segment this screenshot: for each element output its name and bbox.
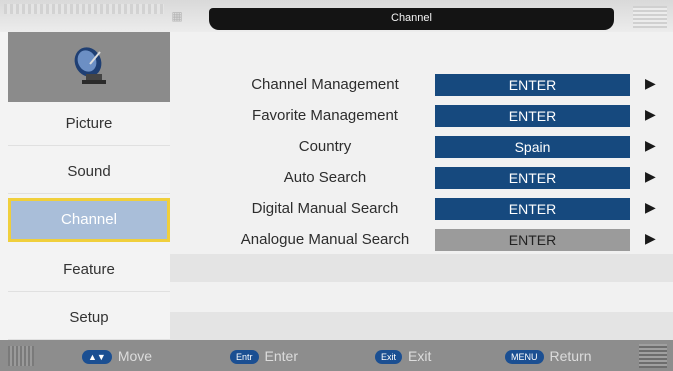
row-value[interactable]: ENTER bbox=[435, 74, 630, 96]
row-label: Analogue Manual Search bbox=[240, 231, 410, 248]
hint-enter: Entr Enter bbox=[230, 347, 298, 365]
empty-row bbox=[170, 312, 673, 340]
grid-icon: ▦ bbox=[171, 9, 183, 23]
footer-hint-bar: ▲▼ Move Entr Enter Exit Exit MENU Return bbox=[0, 340, 673, 371]
sidebar-item-sound[interactable]: Sound bbox=[8, 150, 170, 194]
right-arrow-icon: ▶ bbox=[645, 137, 656, 153]
row-label: Country bbox=[298, 138, 352, 155]
sidebar-header bbox=[8, 32, 170, 102]
menu-row-favorite-management[interactable]: Favorite Management ENTER ▶ bbox=[170, 101, 673, 132]
hint-return: MENU Return bbox=[505, 347, 592, 365]
right-arrow-icon: ▶ bbox=[645, 168, 656, 184]
row-label: Auto Search bbox=[283, 169, 367, 186]
row-value[interactable]: Spain bbox=[435, 136, 630, 158]
right-arrow-icon: ▶ bbox=[645, 199, 656, 215]
decorative-pattern bbox=[4, 4, 164, 14]
row-value[interactable]: ENTER bbox=[435, 229, 630, 251]
hint-enter-label: Enter bbox=[264, 348, 298, 364]
top-strip: ▦ Channel bbox=[0, 0, 673, 32]
sidebar: Picture Sound Channel Feature Setup bbox=[0, 32, 170, 340]
menu-row-channel-management[interactable]: Channel Management ENTER ▶ bbox=[170, 70, 673, 101]
channel-menu: Channel Management ENTER ▶ Favorite Mana… bbox=[170, 40, 673, 340]
enter-key-icon: Entr bbox=[230, 350, 259, 365]
decorative-right-icon bbox=[639, 344, 667, 368]
hint-move: ▲▼ Move bbox=[82, 347, 152, 365]
sidebar-item-feature[interactable]: Feature bbox=[8, 248, 170, 292]
title-bar: Channel bbox=[209, 8, 614, 30]
satellite-dish-icon bbox=[74, 47, 106, 84]
sidebar-item-picture[interactable]: Picture bbox=[8, 102, 170, 146]
sidebar-item-setup[interactable]: Setup bbox=[8, 296, 170, 340]
right-arrow-icon: ▶ bbox=[645, 106, 656, 122]
menu-row-analogue-manual-search[interactable]: Analogue Manual Search ENTER ▶ bbox=[170, 225, 673, 256]
row-value[interactable]: ENTER bbox=[435, 198, 630, 220]
hint-return-label: Return bbox=[549, 348, 592, 364]
decorative-corner-icon bbox=[633, 6, 667, 28]
empty-row bbox=[170, 254, 673, 282]
menu-key-icon: MENU bbox=[505, 350, 544, 365]
hint-exit-label: Exit bbox=[408, 348, 432, 364]
right-arrow-icon: ▶ bbox=[645, 230, 656, 246]
right-arrow-icon: ▶ bbox=[645, 75, 656, 91]
menu-row-auto-search[interactable]: Auto Search ENTER ▶ bbox=[170, 163, 673, 194]
hint-exit: Exit Exit bbox=[375, 347, 431, 365]
tv-menu-screen: ▦ Channel Picture Sound Channel Feature … bbox=[0, 0, 673, 371]
row-value[interactable]: ENTER bbox=[435, 105, 630, 127]
decorative-left-icon bbox=[8, 346, 34, 366]
page-title: Channel bbox=[391, 12, 432, 24]
updown-key-icon: ▲▼ bbox=[82, 350, 112, 365]
row-label: Digital Manual Search bbox=[251, 200, 399, 217]
hint-move-label: Move bbox=[117, 348, 153, 364]
sidebar-item-channel[interactable]: Channel bbox=[8, 198, 170, 242]
menu-row-digital-manual-search[interactable]: Digital Manual Search ENTER ▶ bbox=[170, 194, 673, 225]
exit-key-icon: Exit bbox=[375, 350, 403, 365]
row-label: Favorite Management bbox=[252, 107, 398, 124]
row-value[interactable]: ENTER bbox=[435, 167, 630, 189]
row-label: Channel Management bbox=[251, 76, 399, 93]
menu-row-country[interactable]: Country Spain ▶ bbox=[170, 132, 673, 163]
